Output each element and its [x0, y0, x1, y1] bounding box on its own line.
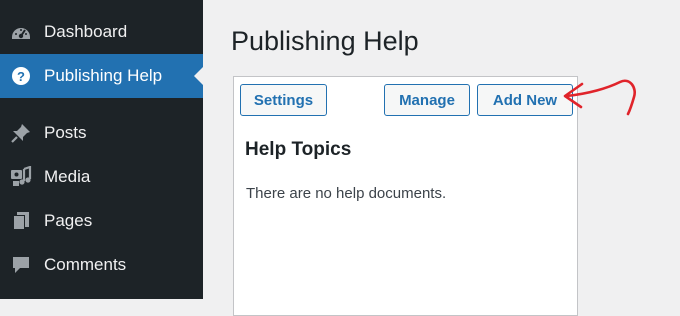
sidebar-item-dashboard[interactable]: Dashboard: [0, 10, 203, 54]
sidebar-item-comments[interactable]: Comments: [0, 243, 203, 287]
annotation-arrow-icon: [563, 79, 636, 116]
pin-icon: [9, 121, 33, 145]
sidebar-item-pages[interactable]: Pages: [0, 199, 203, 243]
sidebar-item-label: Comments: [44, 255, 127, 274]
page-title: Publishing Help: [231, 26, 419, 56]
sidebar-item-publishing-help[interactable]: ? Publishing Help: [0, 54, 203, 98]
sidebar-item-media[interactable]: Media: [0, 155, 203, 199]
sidebar-item-posts[interactable]: Posts: [0, 111, 203, 155]
media-icon: [9, 165, 33, 189]
dashboard-icon: [9, 20, 33, 44]
sidebar-item-label: Dashboard: [44, 22, 128, 41]
manage-button[interactable]: Manage: [384, 84, 470, 116]
svg-text:?: ?: [17, 69, 25, 84]
sidebar-item-label: Publishing Help: [44, 66, 163, 85]
sidebar-item-label: Media: [44, 167, 91, 186]
help-panel: Settings Manage Add New Help Topics Ther…: [233, 76, 578, 316]
sidebar-item-label: Posts: [44, 123, 87, 142]
pages-icon: [9, 209, 33, 233]
current-page-arrow: [194, 67, 203, 85]
help-topics-heading: Help Topics: [245, 139, 352, 160]
settings-button[interactable]: Settings: [240, 84, 327, 116]
help-icon: ?: [9, 64, 33, 88]
admin-sidebar: Dashboard ? Publishing Help Posts Media …: [0, 0, 203, 299]
add-new-button[interactable]: Add New: [477, 84, 573, 116]
sidebar-item-label: Pages: [44, 211, 93, 230]
comments-icon: [9, 253, 33, 277]
empty-state-message: There are no help documents.: [246, 185, 447, 202]
